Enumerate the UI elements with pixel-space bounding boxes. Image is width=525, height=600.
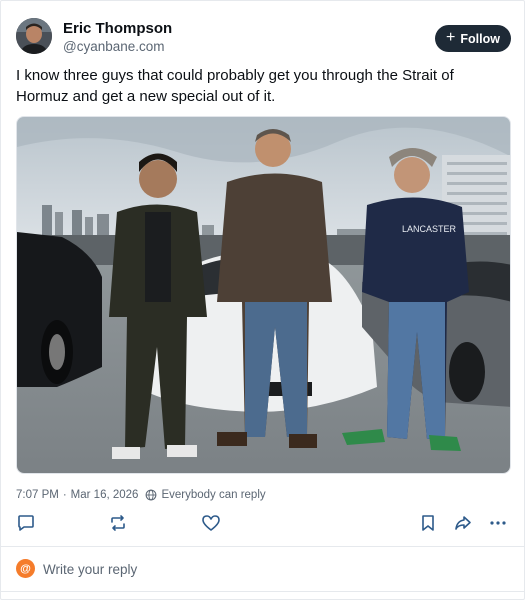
reply-setting[interactable]: Everybody can reply [161, 489, 265, 501]
post-text: I know three guys that could probably ge… [16, 67, 454, 105]
author-avatar[interactable] [16, 18, 52, 54]
follow-button[interactable]: + Follow [435, 25, 511, 52]
follow-button-label: Follow [460, 31, 500, 46]
post-image[interactable]: LANCASTER [16, 116, 511, 474]
reply-input[interactable] [43, 558, 483, 580]
author-handle[interactable]: @cyanbane.com [63, 39, 165, 54]
reply-icon[interactable] [16, 513, 36, 533]
action-bar [16, 513, 510, 535]
divider [1, 546, 524, 547]
share-icon[interactable] [453, 513, 473, 533]
post-time[interactable]: 7:07 PM [16, 489, 59, 501]
more-icon[interactable] [488, 513, 508, 533]
post-date[interactable]: Mar 16, 2026 [71, 489, 139, 501]
repost-icon[interactable] [108, 513, 128, 533]
plus-icon: + [446, 29, 456, 46]
svg-text:LANCASTER: LANCASTER [402, 224, 457, 234]
post-card: Eric Thompson @cyanbane.com + Follow I k… [0, 0, 525, 600]
bottom-divider [1, 591, 524, 592]
meta-separator: · [62, 489, 67, 501]
globe-icon [146, 489, 157, 501]
bookmark-icon[interactable] [418, 513, 438, 533]
author-name[interactable]: Eric Thompson [63, 20, 172, 37]
reply-avatar: @ [16, 559, 35, 578]
post-meta: 7:07 PM · Mar 16, 2026 Everybody can rep… [16, 489, 266, 501]
like-icon[interactable] [201, 513, 221, 533]
